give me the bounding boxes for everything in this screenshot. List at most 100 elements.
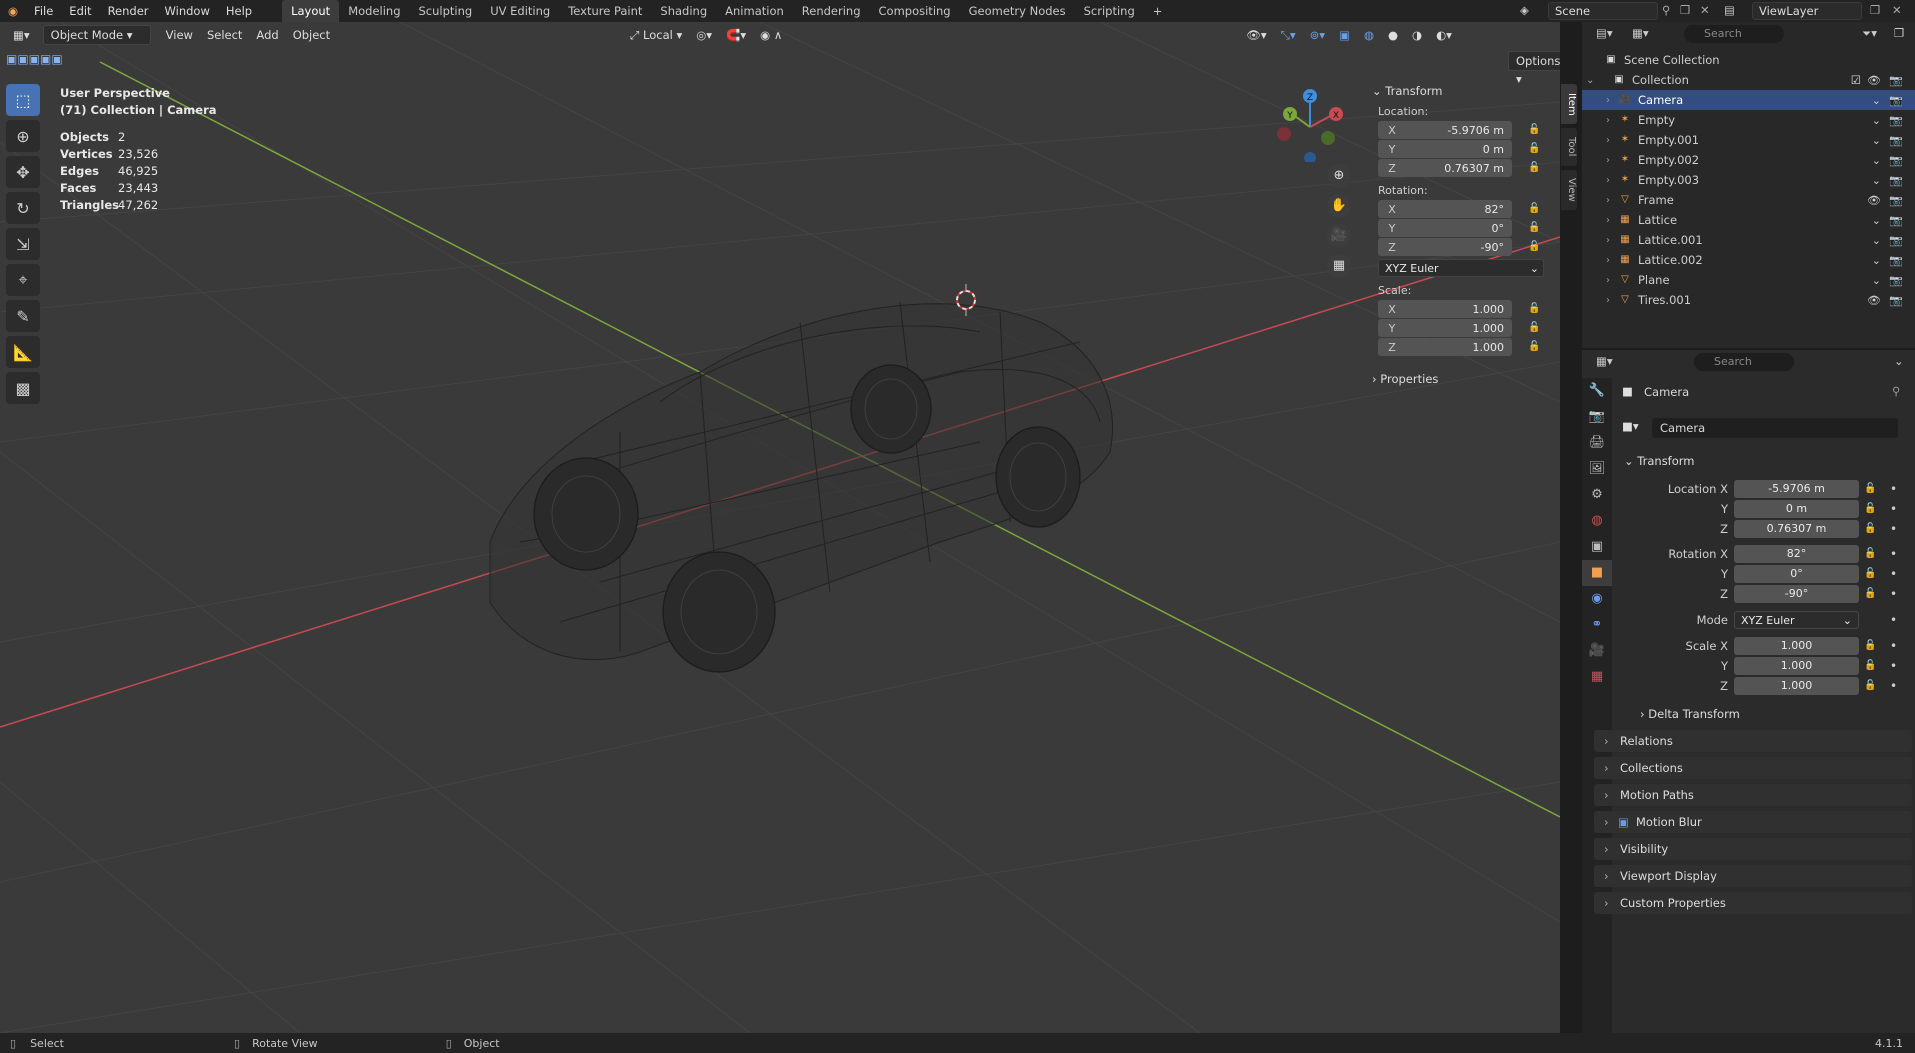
prop-scale-y[interactable]: 1.000 (1734, 657, 1859, 675)
outliner-item[interactable]: › ✶ Empty.002 ⌄ 📷 (1582, 150, 1915, 170)
prop-rotation-mode-dropdown[interactable]: XYZ Euler ⌄ (1734, 611, 1859, 629)
tab-uv-editing[interactable]: UV Editing (481, 0, 559, 22)
lock-icon[interactable]: 🔓 (1864, 545, 1876, 563)
pivot-icon[interactable]: ◎▾ (689, 25, 719, 45)
keyframe-dot-icon[interactable]: • (1890, 480, 1897, 498)
camera-icon[interactable]: 📷 (1889, 114, 1903, 127)
prop-location-x[interactable]: -5.9706 m (1734, 480, 1859, 498)
location-y-field[interactable]: Y0 m (1378, 140, 1512, 158)
outliner-item[interactable]: › ✶ Empty.003 ⌄ 📷 (1582, 170, 1915, 190)
outliner-item[interactable]: › ▽ Plane ⌄ 📷 (1582, 270, 1915, 290)
camera-icon[interactable]: 📷 (1889, 274, 1903, 287)
outliner-item[interactable]: › ✶ Empty.001 ⌄ 📷 (1582, 130, 1915, 150)
keyframe-dot-icon[interactable]: • (1890, 637, 1897, 655)
chevron-right-icon[interactable]: › (1582, 115, 1618, 126)
section-visibility[interactable]: Visibility (1594, 838, 1912, 860)
delete-scene-icon[interactable]: ✕ (1700, 3, 1710, 17)
gizmo-toggle-icon[interactable]: ⤡▾ (1274, 25, 1303, 45)
lock-icon[interactable]: 🔓 (1864, 585, 1876, 603)
lock-icon[interactable]: 🔓 (1864, 637, 1876, 655)
object-mode-dropdown[interactable]: Object Mode ▾ (42, 25, 151, 45)
tab-sculpting[interactable]: Sculpting (410, 0, 482, 22)
section-motion-paths[interactable]: Motion Paths (1594, 784, 1912, 806)
prop-scale-x[interactable]: 1.000 (1734, 637, 1859, 655)
pin-icon[interactable]: ⚲ (1662, 3, 1670, 17)
shading-solid-icon[interactable]: ● (1381, 25, 1405, 45)
eye-icon[interactable]: ⌄ (1872, 274, 1881, 287)
outliner-editor-icon[interactable]: ▤▾ (1596, 26, 1613, 40)
tab-animation[interactable]: Animation (716, 0, 793, 22)
transform-icon[interactable]: ⌖ (6, 264, 40, 296)
lock-icon[interactable]: 🔓 (1864, 480, 1876, 498)
shading-rendered-icon[interactable]: ◐▾ (1429, 25, 1459, 45)
chevron-right-icon[interactable]: › (1582, 275, 1618, 286)
select-box-icon[interactable]: ⬚ (6, 84, 40, 116)
outliner-item[interactable]: › ▦ Lattice ⌄ 📷 (1582, 210, 1915, 230)
overlay-toggle-icon[interactable]: ⊚▾ (1303, 25, 1332, 45)
outliner-item[interactable]: › ✶ Empty ⌄ 📷 (1582, 110, 1915, 130)
object-name-field[interactable]: Camera (1652, 418, 1898, 438)
zoom-icon[interactable]: ⊕ (1327, 164, 1351, 188)
chevron-right-icon[interactable]: › (1582, 215, 1618, 226)
menu-view[interactable]: View (159, 25, 200, 45)
menu-render[interactable]: Render (100, 0, 157, 22)
scale-z-field[interactable]: Z 1.000 (1378, 338, 1512, 356)
display-mode-icon[interactable]: ▦▾ (1632, 26, 1649, 40)
scene-selector[interactable]: Scene (1548, 2, 1658, 20)
delete-view-layer-icon[interactable]: ✕ (1892, 3, 1902, 17)
lock-icon[interactable]: 🔓 (1528, 322, 1540, 333)
blender-logo-icon[interactable]: ◉ (0, 0, 26, 22)
checkbox-icon[interactable]: ▣ (1618, 811, 1629, 833)
orientation-dropdown[interactable]: ⤢ Local ▾ (623, 25, 689, 45)
sidebar-tab-view[interactable]: View (1561, 170, 1577, 210)
npanel-properties-header[interactable]: › Properties (1372, 372, 1549, 386)
view-layer-selector[interactable]: ViewLayer (1752, 2, 1862, 20)
options-dropdown[interactable]: Options ▾ (1508, 51, 1560, 86)
select-mode-icons[interactable]: ▣▣▣▣▣ (6, 52, 63, 66)
outliner-collection[interactable]: ⌄ ▣ Collection ☑ 👁 📷 (1582, 70, 1915, 90)
rotation-mode-dropdown[interactable]: XYZ Euler ⌄ (1378, 259, 1544, 277)
xray-toggle-icon[interactable]: ▣ (1332, 25, 1357, 45)
new-collection-icon[interactable]: ❐ (1894, 26, 1904, 40)
lock-icon[interactable]: 🔓 (1528, 303, 1540, 314)
prop-location-z[interactable]: 0.76307 m (1734, 520, 1859, 538)
eye-icon[interactable]: 👁 (1867, 74, 1881, 87)
properties-editor-icon[interactable]: ▦▾ (1596, 354, 1613, 368)
lock-icon[interactable]: 🔓 (1528, 241, 1540, 252)
lock-icon[interactable]: 🔓 (1864, 677, 1876, 695)
tab-rendering[interactable]: Rendering (793, 0, 870, 22)
lock-icon[interactable]: 🔓 (1528, 341, 1540, 352)
rotation-z-field[interactable]: Z -90° (1378, 238, 1512, 256)
scale-icon[interactable]: ⇲ (6, 228, 40, 260)
measure-icon[interactable]: 📐 (6, 336, 40, 368)
sidebar-tab-item[interactable]: Item (1561, 84, 1577, 124)
eye-icon[interactable]: ⌄ (1872, 214, 1881, 227)
snap-icon[interactable]: 🧲▾ (719, 25, 753, 45)
camera-icon[interactable]: 📷 (1889, 254, 1903, 267)
chevron-right-icon[interactable]: › (1582, 195, 1618, 206)
editor-type-icon[interactable]: ▦▾ (6, 25, 37, 45)
section-custom-properties[interactable]: Custom Properties (1594, 892, 1912, 914)
rotate-icon[interactable]: ↻ (6, 192, 40, 224)
outliner-item[interactable]: › ▦ Lattice.001 ⌄ 📷 (1582, 230, 1915, 250)
lock-icon[interactable]: 🔓 (1864, 657, 1876, 675)
lock-icon[interactable]: 🔓 (1864, 565, 1876, 583)
chevron-right-icon[interactable]: › (1582, 95, 1618, 106)
move-icon[interactable]: ✥ (6, 156, 40, 188)
eye-icon[interactable]: ⌄ (1872, 114, 1881, 127)
tab-geometry-nodes[interactable]: Geometry Nodes (960, 0, 1075, 22)
camera-icon[interactable]: 📷 (1889, 194, 1903, 207)
chevron-right-icon[interactable]: › (1582, 135, 1618, 146)
camera-icon[interactable]: 📷 (1889, 134, 1903, 147)
keyframe-dot-icon[interactable]: • (1890, 520, 1897, 538)
location-x-field[interactable]: X -5.9706 m (1378, 121, 1512, 139)
camera-icon[interactable]: 📷 (1889, 174, 1903, 187)
eye-icon[interactable]: ⌄ (1872, 134, 1881, 147)
camera-icon[interactable]: 📷 (1889, 214, 1903, 227)
tab-shading[interactable]: Shading (651, 0, 716, 22)
pin-icon[interactable]: ⚲ (1892, 384, 1900, 398)
tool-tab-icon[interactable]: 🔧 (1582, 378, 1612, 404)
3d-viewport[interactable]: ▦▾ Object Mode ▾ View Select Add Object … (0, 22, 1560, 1033)
pan-hand-icon[interactable]: ✋ (1327, 194, 1351, 218)
eye-icon[interactable]: 👁 (1867, 294, 1881, 307)
